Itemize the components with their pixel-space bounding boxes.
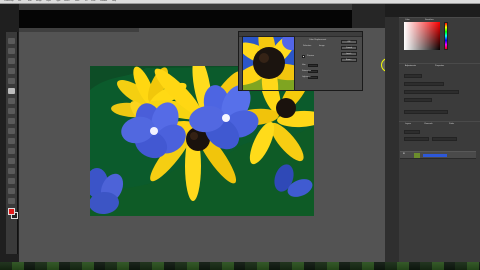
dodge-tool-icon[interactable] [8, 138, 15, 144]
preview-center-highlight [259, 53, 269, 63]
menu-item-view[interactable]: View [91, 0, 95, 3]
tools-panel [6, 32, 18, 254]
adjustment-row[interactable] [404, 90, 459, 94]
layer-thumbnail [414, 153, 420, 158]
shape-tool-icon[interactable] [8, 178, 15, 184]
menu-item-photoshop[interactable]: Photoshop [4, 0, 14, 3]
brush-icon[interactable] [8, 88, 15, 94]
selection-label: Selection [303, 45, 312, 47]
hue-label: Hue [302, 64, 306, 66]
color-swatch-icon[interactable] [8, 208, 15, 215]
preview-checkbox[interactable] [302, 55, 305, 58]
color-picker-field[interactable] [404, 22, 440, 50]
dialog-title-label: Color Replacement [309, 39, 327, 41]
save-button[interactable]: Save... [341, 58, 357, 62]
opacity-control[interactable] [432, 137, 457, 141]
zoom-tool-icon[interactable] [8, 198, 15, 204]
type-tool-icon[interactable] [8, 158, 15, 164]
layer-filter-control[interactable] [404, 130, 420, 134]
blur-tool-icon[interactable] [8, 128, 15, 134]
layer-mode-control[interactable] [404, 137, 429, 141]
photoshop-window: Photoshop File Edit Image Layer Type Sel… [0, 0, 480, 270]
menu-item-window[interactable]: Window [100, 0, 107, 3]
path-selection-tool-icon[interactable] [8, 168, 15, 174]
preview-flower-center [253, 47, 285, 79]
move-tool-icon[interactable] [8, 38, 15, 44]
hand-tool-icon[interactable] [8, 188, 15, 194]
desktop-background-strip [0, 262, 480, 270]
menu-item-type[interactable]: Type [56, 0, 60, 3]
gradient-tool-icon[interactable] [8, 118, 15, 124]
properties-tab[interactable]: Properties [435, 65, 444, 69]
marquee-tool-icon[interactable] [8, 48, 15, 54]
options-bar [0, 4, 352, 10]
menu-item-help[interactable]: Help [112, 0, 116, 3]
collapsed-panel-strip [385, 17, 400, 270]
quick-select-tool-icon[interactable] [8, 68, 15, 74]
flower-center-highlight [190, 132, 198, 140]
blue-flower-center [150, 127, 158, 135]
dialog-preview-svg [243, 37, 294, 90]
adjustment-row[interactable] [404, 74, 422, 78]
image-label: Image [319, 45, 325, 47]
blue-flower-center [222, 114, 230, 122]
cancel-button[interactable]: Cancel [341, 46, 357, 50]
menu-item-image[interactable]: Image [36, 0, 42, 3]
document-tab[interactable] [19, 28, 139, 32]
crop-tool-icon[interactable] [8, 78, 15, 84]
layers-panel: Layers Channels Paths [399, 121, 480, 262]
dialog-controls: Color Replacement Selection Image Previe… [301, 38, 395, 90]
menu-item-select[interactable]: Select [64, 0, 70, 3]
clone-stamp-tool-icon[interactable] [8, 98, 15, 104]
adjustment-row[interactable] [404, 82, 444, 86]
color-replacement-dialog: Color Replacement Selection Image Previe… [238, 31, 395, 91]
load-button[interactable]: Load... [341, 52, 357, 56]
menu-item-file[interactable]: File [18, 0, 21, 3]
lasso-tool-icon[interactable] [8, 58, 15, 64]
menu-item-edit[interactable]: Edit [28, 0, 31, 3]
dialog-preview-image [242, 36, 295, 91]
menu-item-layer[interactable]: Layer [46, 0, 51, 3]
preview-label: Preview [307, 55, 315, 57]
hue-field[interactable] [308, 64, 318, 67]
menu-item-filter[interactable]: Filter [75, 0, 79, 3]
adjustment-row[interactable] [404, 98, 432, 102]
channels-tab[interactable]: Channels [424, 123, 432, 127]
flower-center [276, 98, 296, 118]
pen-tool-icon[interactable] [8, 148, 15, 154]
paths-tab[interactable]: Paths [449, 123, 454, 127]
layers-tab[interactable]: Layers [405, 123, 411, 127]
saturation-label: Saturation [302, 70, 312, 72]
eye-icon[interactable]: ● [403, 152, 405, 155]
panel-dock-top [385, 4, 480, 17]
selected-layer-name [423, 154, 447, 157]
adjustment-row[interactable] [404, 110, 448, 114]
hue-slider[interactable] [444, 22, 448, 50]
lightness-label: Lightness [302, 76, 311, 78]
adjustments-tab[interactable]: Adjustments [405, 65, 416, 69]
ok-button[interactable]: OK [341, 40, 357, 44]
eraser-tool-icon[interactable] [8, 108, 15, 114]
menu-item-3d[interactable]: 3D [85, 0, 88, 3]
